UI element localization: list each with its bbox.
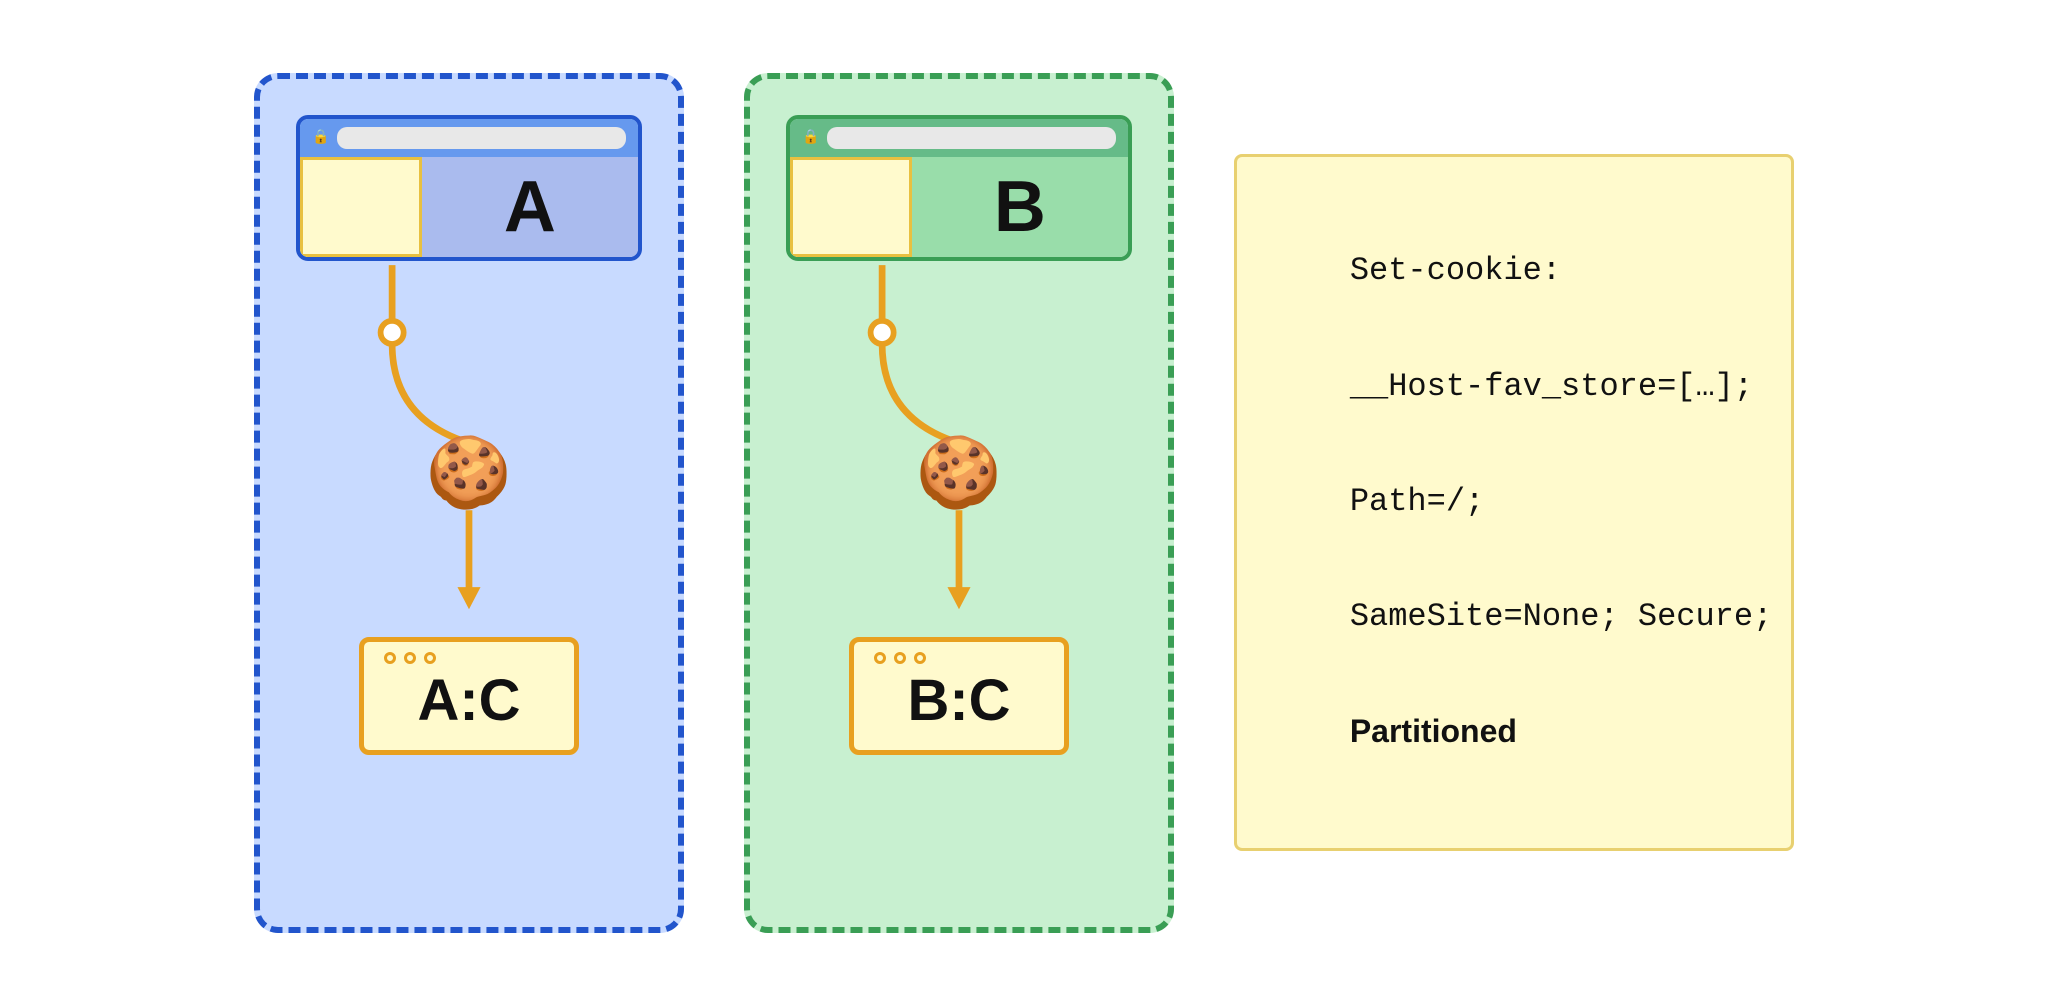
storage-dot-2 [404,652,416,664]
partition-b: 🔒 B 🍪 [744,73,1174,933]
storage-label-b: B:C [907,668,1010,733]
browser-main-b: B [912,157,1128,257]
lock-icon-a: 🔒 [312,129,329,146]
code-block: Set-cookie: __Host-fav_store=[…]; Path=/… [1234,154,1794,852]
browser-window-b: 🔒 B [786,115,1132,261]
storage-dots-b [874,652,1044,664]
flow-svg-b: 🍪 [786,257,1132,677]
storage-dot-3 [424,652,436,664]
browser-content-a: A [300,157,638,257]
browser-titlebar-a: 🔒 [300,119,638,157]
browser-window-a: 🔒 A [296,115,642,261]
code-line-3: Path=/; [1350,483,1484,520]
storage-label-a: A:C [417,668,520,733]
storage-box-b: B:C [849,637,1069,755]
storage-dot-b2 [894,652,906,664]
browser-titlebar-b: 🔒 [790,119,1128,157]
code-line-1: Set-cookie: [1350,252,1561,289]
storage-dot-b3 [914,652,926,664]
storage-dots-a [384,652,554,664]
storage-dot-b1 [874,652,886,664]
cookie-b: 🍪 [916,432,1002,516]
browser-sidebar-b [790,157,912,257]
lock-icon-b: 🔒 [802,129,819,146]
site-label-b: B [994,166,1046,248]
flow-svg-a: 🍪 [296,257,642,677]
urlbar-a [337,127,626,149]
cookie-a: 🍪 [426,432,512,516]
storage-box-a: A:C [359,637,579,755]
browser-main-a: A [422,157,638,257]
site-label-a: A [504,166,556,248]
urlbar-b [827,127,1116,149]
code-line-4: SameSite=None; Secure; [1350,598,1772,635]
browser-sidebar-a [300,157,422,257]
partition-a: 🔒 A 🍪 [254,73,684,933]
code-line-2: __Host-fav_store=[…]; [1350,368,1753,405]
storage-dot-1 [384,652,396,664]
browser-content-b: B [790,157,1128,257]
code-line-partitioned: Partitioned [1350,713,1517,749]
scene: 🔒 A 🍪 [214,33,1834,973]
